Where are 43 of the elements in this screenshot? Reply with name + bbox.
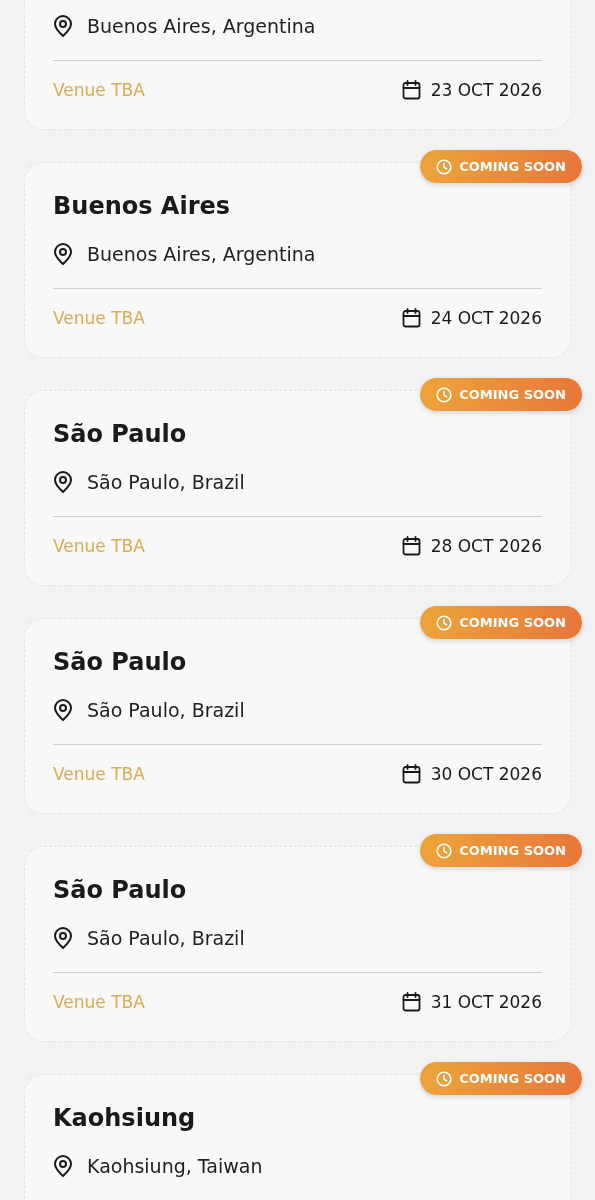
clock-icon xyxy=(436,1070,453,1087)
event-title: Buenos Aires xyxy=(53,191,232,222)
clock-icon xyxy=(436,158,453,175)
event-date: 30 OCT 2026 xyxy=(430,764,542,784)
event-date: 24 OCT 2026 xyxy=(430,308,542,328)
badge-label: COMING SOON xyxy=(459,843,566,858)
event-date: 28 OCT 2026 xyxy=(430,536,542,556)
map-pin-icon xyxy=(53,15,73,37)
event-location: São Paulo, Brazil xyxy=(87,471,245,493)
venue-text: Venue TBA xyxy=(53,992,145,1012)
calendar-icon xyxy=(401,80,421,100)
event-date: 23 OCT 2026 xyxy=(430,80,542,100)
badge-label: COMING SOON xyxy=(459,387,566,402)
event-title: Kaohsiung xyxy=(53,1103,197,1134)
venue-text: Venue TBA xyxy=(53,308,145,328)
venue-text: Venue TBA xyxy=(53,764,145,784)
badge-label: COMING SOON xyxy=(459,1071,566,1086)
map-pin-icon xyxy=(53,243,73,265)
badge-label: COMING SOON xyxy=(459,159,566,174)
map-pin-icon xyxy=(53,699,73,721)
calendar-icon xyxy=(401,764,421,784)
map-pin-icon xyxy=(53,1155,73,1177)
event-card[interactable]: Buenos Aires, Argentina Venue TBA 23 OCT 2026 xyxy=(24,0,571,130)
venue-text: Venue TBA xyxy=(53,536,145,556)
calendar-icon xyxy=(401,536,421,556)
venue-text: Venue TBA xyxy=(53,80,145,100)
event-location: São Paulo, Brazil xyxy=(87,699,245,721)
clock-icon xyxy=(436,614,453,631)
badge-label: COMING SOON xyxy=(459,615,566,630)
calendar-icon xyxy=(401,992,421,1012)
event-title: São Paulo xyxy=(53,419,188,450)
event-location: Buenos Aires, Argentina xyxy=(87,243,316,265)
event-location: Buenos Aires, Argentina xyxy=(87,15,316,37)
calendar-icon xyxy=(401,308,421,328)
event-title: São Paulo xyxy=(53,875,188,906)
event-location: Kaohsiung, Taiwan xyxy=(87,1155,263,1177)
clock-icon xyxy=(436,386,453,403)
map-pin-icon xyxy=(53,927,73,949)
event-location: São Paulo, Brazil xyxy=(87,927,245,949)
event-title: São Paulo xyxy=(53,647,188,678)
event-date: 31 OCT 2026 xyxy=(430,992,542,1012)
clock-icon xyxy=(436,842,453,859)
map-pin-icon xyxy=(53,471,73,493)
